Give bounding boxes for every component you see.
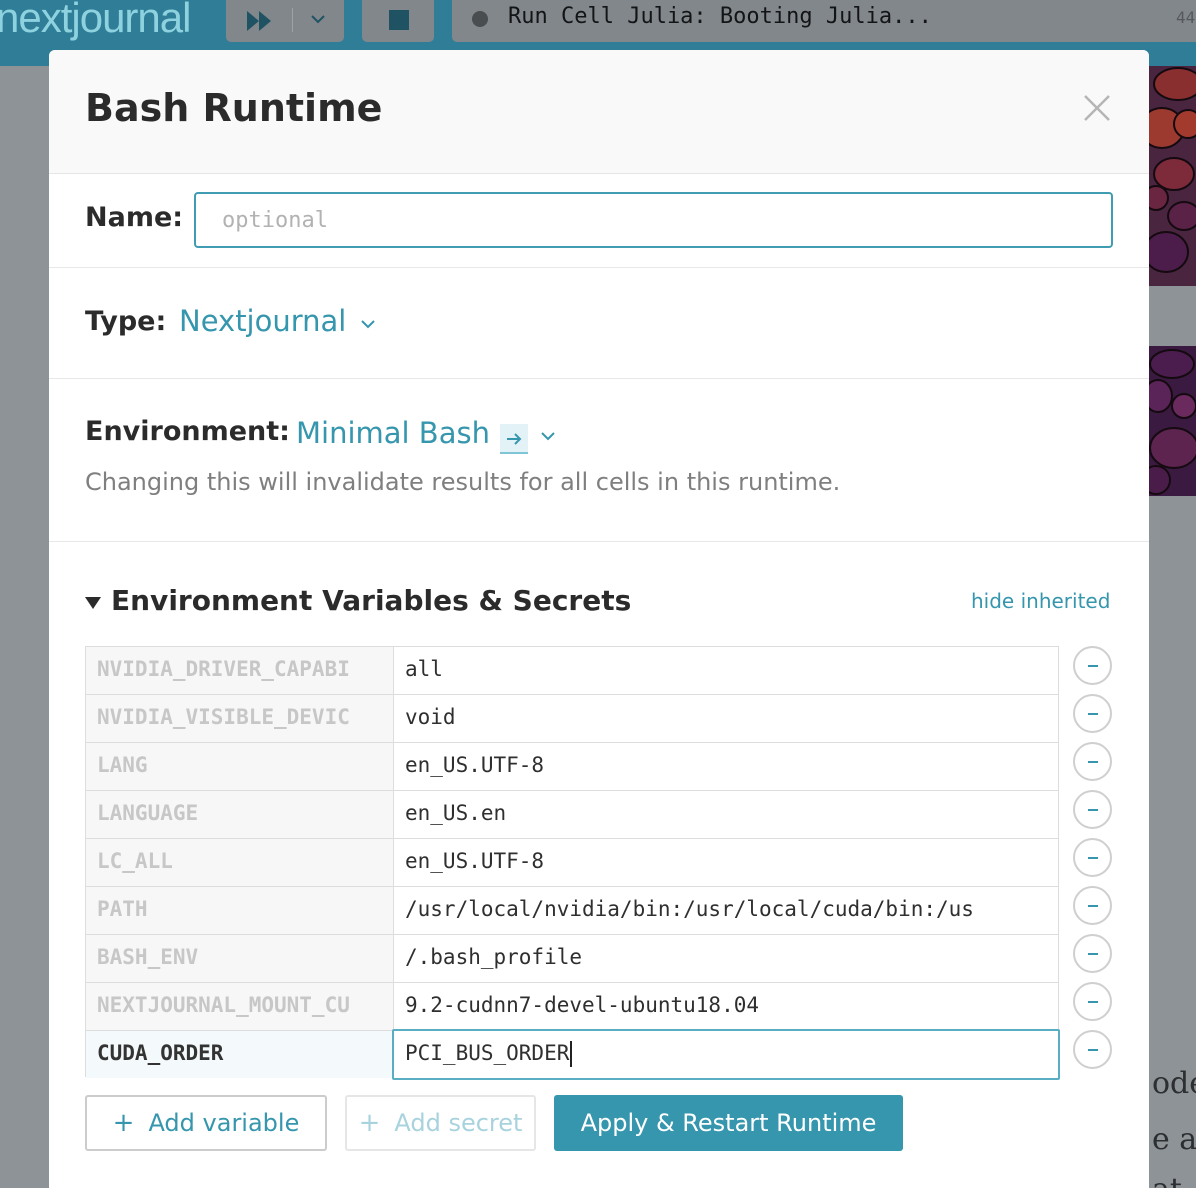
stop-icon bbox=[389, 10, 409, 30]
table-row: LC_ALL en_US.UTF-8 bbox=[86, 839, 1058, 887]
section-divider bbox=[49, 267, 1149, 268]
table-row: NVIDIA_DRIVER_CAPABI all bbox=[86, 647, 1058, 695]
dialog-title: Bash Runtime bbox=[85, 86, 383, 130]
open-environment-link[interactable] bbox=[500, 424, 528, 454]
env-var-key[interactable]: NVIDIA_DRIVER_CAPABI bbox=[86, 647, 394, 694]
apply-restart-label: Apply & Restart Runtime bbox=[580, 1109, 877, 1137]
env-var-value[interactable]: /.bash_profile bbox=[395, 935, 1058, 982]
remove-variable-button[interactable] bbox=[1073, 790, 1112, 829]
status-indicator-icon bbox=[472, 11, 488, 27]
runtime-name-input[interactable] bbox=[194, 192, 1113, 248]
add-variable-button[interactable]: + Add variable bbox=[85, 1095, 327, 1151]
notebook-plot-image bbox=[1148, 66, 1196, 496]
run-status-text: Run Cell Julia: Booting Julia... bbox=[508, 4, 932, 29]
minus-icon bbox=[1088, 809, 1098, 811]
nextjournal-logo: nextjournal bbox=[0, 0, 191, 41]
env-var-value[interactable]: en_US.UTF-8 bbox=[395, 839, 1058, 886]
table-row: LANG en_US.UTF-8 bbox=[86, 743, 1058, 791]
env-var-key[interactable]: BASH_ENV bbox=[86, 935, 394, 982]
environment-hint: Changing this will invalidate results fo… bbox=[85, 468, 841, 496]
collapse-triangle-icon[interactable] bbox=[85, 597, 101, 609]
env-var-value[interactable]: en_US.en bbox=[395, 791, 1058, 838]
type-dropdown[interactable]: Nextjournal bbox=[179, 304, 346, 338]
apply-restart-button[interactable]: Apply & Restart Runtime bbox=[554, 1095, 903, 1151]
minus-icon bbox=[1088, 713, 1098, 715]
env-var-key[interactable]: NVIDIA_VISIBLE_DEVIC bbox=[86, 695, 394, 742]
add-variable-label: Add variable bbox=[148, 1109, 300, 1137]
status-count: 44 bbox=[1176, 8, 1196, 27]
remove-variable-button[interactable] bbox=[1073, 646, 1112, 685]
notebook-text-line: e al bbox=[1152, 1122, 1196, 1157]
notebook-text-line: ode bbox=[1152, 1066, 1196, 1101]
minus-icon bbox=[1088, 1001, 1098, 1003]
env-var-key[interactable]: LC_ALL bbox=[86, 839, 394, 886]
minus-icon bbox=[1088, 1049, 1098, 1051]
table-row: BASH_ENV /.bash_profile bbox=[86, 935, 1058, 983]
minus-icon bbox=[1088, 953, 1098, 955]
remove-variable-button[interactable] bbox=[1073, 1030, 1112, 1069]
section-divider bbox=[49, 541, 1149, 542]
run-status-bar: Run Cell Julia: Booting Julia... 44 bbox=[452, 0, 1196, 42]
plus-icon: + bbox=[358, 1108, 381, 1138]
env-vars-heading[interactable]: Environment Variables & Secrets bbox=[111, 584, 631, 617]
chevron-down-icon[interactable] bbox=[361, 319, 375, 329]
close-icon bbox=[1084, 95, 1110, 121]
table-row: LANGUAGE en_US.en bbox=[86, 791, 1058, 839]
env-var-value[interactable]: 9.2-cudnn7-devel-ubuntu18.04 bbox=[395, 983, 1058, 1030]
minus-icon bbox=[1088, 905, 1098, 907]
remove-variable-button[interactable] bbox=[1073, 694, 1112, 733]
remove-variable-button[interactable] bbox=[1073, 742, 1112, 781]
add-secret-button[interactable]: + Add secret bbox=[345, 1095, 536, 1151]
close-button[interactable] bbox=[1079, 90, 1115, 126]
env-var-value[interactable]: void bbox=[395, 695, 1058, 742]
minus-icon bbox=[1088, 665, 1098, 667]
runtime-settings-dialog: Bash Runtime Name: Type: Nextjournal Env… bbox=[49, 50, 1149, 1188]
fast-forward-icon bbox=[247, 11, 271, 31]
env-var-value[interactable]: en_US.UTF-8 bbox=[395, 743, 1058, 790]
table-row: NVIDIA_VISIBLE_DEVIC void bbox=[86, 695, 1058, 743]
remove-variable-button[interactable] bbox=[1073, 982, 1112, 1021]
minus-icon bbox=[1088, 857, 1098, 859]
table-row: CUDA_ORDER PCI_BUS_ORDER bbox=[86, 1029, 1060, 1080]
run-options-button[interactable] bbox=[293, 0, 344, 42]
env-var-value-text: PCI_BUS_ORDER bbox=[405, 1041, 570, 1065]
table-row: PATH /usr/local/nvidia/bin:/usr/local/cu… bbox=[86, 887, 1058, 935]
remove-variable-button[interactable] bbox=[1073, 934, 1112, 973]
name-label: Name: bbox=[85, 202, 184, 233]
environment-dropdown[interactable]: Minimal Bash bbox=[296, 416, 490, 450]
env-var-value[interactable]: /usr/local/nvidia/bin:/usr/local/cuda/bi… bbox=[395, 887, 1058, 934]
env-var-key[interactable]: LANG bbox=[86, 743, 394, 790]
hide-inherited-link[interactable]: hide inherited bbox=[971, 589, 1110, 613]
remove-variable-button[interactable] bbox=[1073, 838, 1112, 877]
chevron-down-icon bbox=[311, 15, 325, 24]
env-var-key[interactable]: CUDA_ORDER bbox=[86, 1031, 394, 1078]
env-var-key[interactable]: LANGUAGE bbox=[86, 791, 394, 838]
run-button-group bbox=[226, 0, 344, 42]
chevron-down-icon[interactable] bbox=[541, 431, 555, 441]
minus-icon bbox=[1088, 761, 1098, 763]
notebook-text-line: at bbox=[1152, 1172, 1182, 1188]
type-label: Type: bbox=[85, 306, 167, 337]
run-all-button[interactable] bbox=[226, 0, 292, 42]
stop-button[interactable] bbox=[362, 0, 434, 42]
text-caret bbox=[570, 1041, 573, 1067]
env-var-key[interactable]: PATH bbox=[86, 887, 394, 934]
section-divider bbox=[49, 378, 1149, 379]
env-var-value-input[interactable]: PCI_BUS_ORDER bbox=[392, 1029, 1060, 1080]
dialog-header: Bash Runtime bbox=[49, 50, 1149, 174]
env-var-key[interactable]: NEXTJOURNAL_MOUNT_CU bbox=[86, 983, 394, 1030]
plus-icon: + bbox=[112, 1108, 135, 1138]
env-var-value[interactable]: all bbox=[395, 647, 1058, 694]
environment-label: Environment: bbox=[85, 416, 290, 447]
arrow-right-icon bbox=[507, 433, 522, 445]
remove-variable-button[interactable] bbox=[1073, 886, 1112, 925]
env-vars-table: NVIDIA_DRIVER_CAPABI all NVIDIA_VISIBLE_… bbox=[85, 646, 1060, 1080]
table-row: NEXTJOURNAL_MOUNT_CU 9.2-cudnn7-devel-ub… bbox=[86, 983, 1058, 1031]
add-secret-label: Add secret bbox=[394, 1109, 523, 1137]
